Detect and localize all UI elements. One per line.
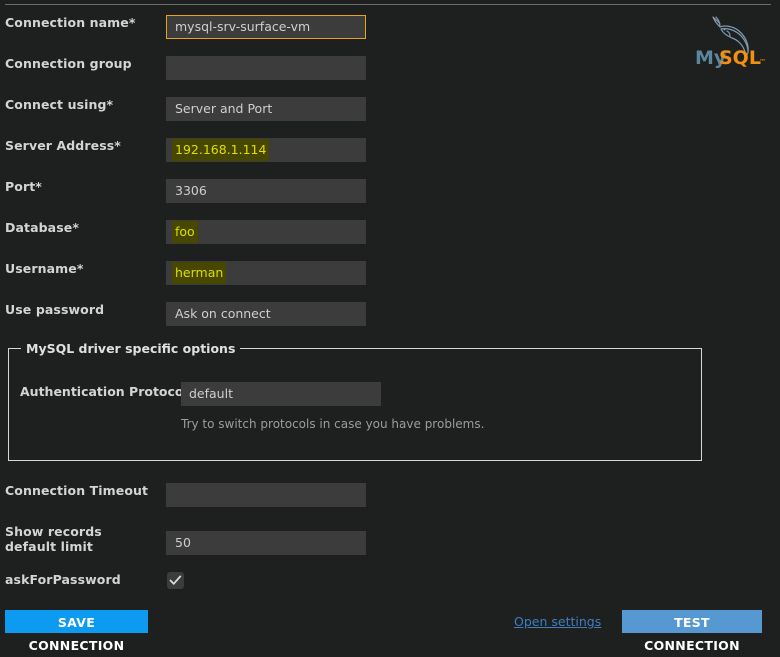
server-address-label: Server Address* — [5, 138, 121, 153]
database-label: Database* — [5, 220, 79, 235]
form-row-connection-name: Connection name* mysql-srv-surface-vm — [0, 15, 780, 39]
port-label: Port* — [5, 179, 42, 194]
connect-using-input[interactable]: Server and Port — [166, 97, 366, 121]
port-input[interactable]: 3306 — [166, 179, 366, 203]
form-row-connect-using: Connect using* Server and Port — [0, 97, 780, 121]
connection-group-label: Connection group — [5, 56, 132, 71]
form-row-connection-timeout: Connection Timeout — [0, 483, 780, 507]
driver-options-fieldset: MySQL driver specific options Authentica… — [8, 341, 702, 461]
authentication-protocol-hint: Try to switch protocols in case you have… — [181, 417, 485, 431]
username-value-highlight: herman — [172, 262, 227, 284]
server-address-input[interactable]: 192.168.1.114 — [166, 138, 366, 162]
connection-group-input[interactable] — [166, 56, 366, 80]
form-row-connection-group: Connection group — [0, 56, 780, 80]
form-row-port: Port* 3306 — [0, 179, 780, 203]
checkmark-icon — [169, 575, 182, 585]
database-input[interactable]: foo — [166, 220, 366, 244]
form-row-database: Database* foo — [0, 220, 780, 244]
form-row-show-records-default-limit: Show records default limit 50 — [0, 524, 780, 555]
form-row-username: Username* herman — [0, 261, 780, 285]
username-label: Username* — [5, 261, 84, 276]
connection-name-label: Connection name* — [5, 15, 136, 30]
database-value-highlight: foo — [172, 221, 198, 243]
form-row-use-password: Use password Ask on connect — [0, 302, 780, 326]
driver-options-legend: MySQL driver specific options — [21, 341, 241, 356]
top-divider — [5, 4, 771, 5]
show-records-default-limit-input[interactable]: 50 — [166, 531, 366, 555]
connection-name-input[interactable]: mysql-srv-surface-vm — [166, 15, 366, 39]
connection-timeout-input[interactable] — [166, 483, 366, 507]
connection-timeout-label: Connection Timeout — [5, 483, 149, 498]
save-connection-button[interactable]: SAVE CONNECTION — [5, 610, 148, 653]
open-settings-link[interactable]: Open settings — [514, 614, 601, 629]
show-records-default-limit-label: Show records default limit — [5, 524, 102, 554]
server-address-value-highlight: 192.168.1.114 — [172, 139, 270, 161]
authentication-protocol-select[interactable]: default — [181, 382, 381, 406]
ask-for-password-label: askForPassword — [5, 572, 121, 587]
authentication-protocol-label: Authentication Protocol — [20, 384, 188, 399]
use-password-label: Use password — [5, 302, 105, 317]
test-connection-button[interactable]: TEST CONNECTION — [622, 610, 762, 653]
use-password-input[interactable]: Ask on connect — [166, 302, 366, 326]
ask-for-password-checkbox[interactable] — [167, 572, 184, 589]
ask-for-password-row: askForPassword — [0, 572, 780, 596]
form-row-server-address: Server Address* 192.168.1.114 — [0, 138, 780, 162]
username-input[interactable]: herman — [166, 261, 366, 285]
connect-using-label: Connect using* — [5, 97, 114, 112]
